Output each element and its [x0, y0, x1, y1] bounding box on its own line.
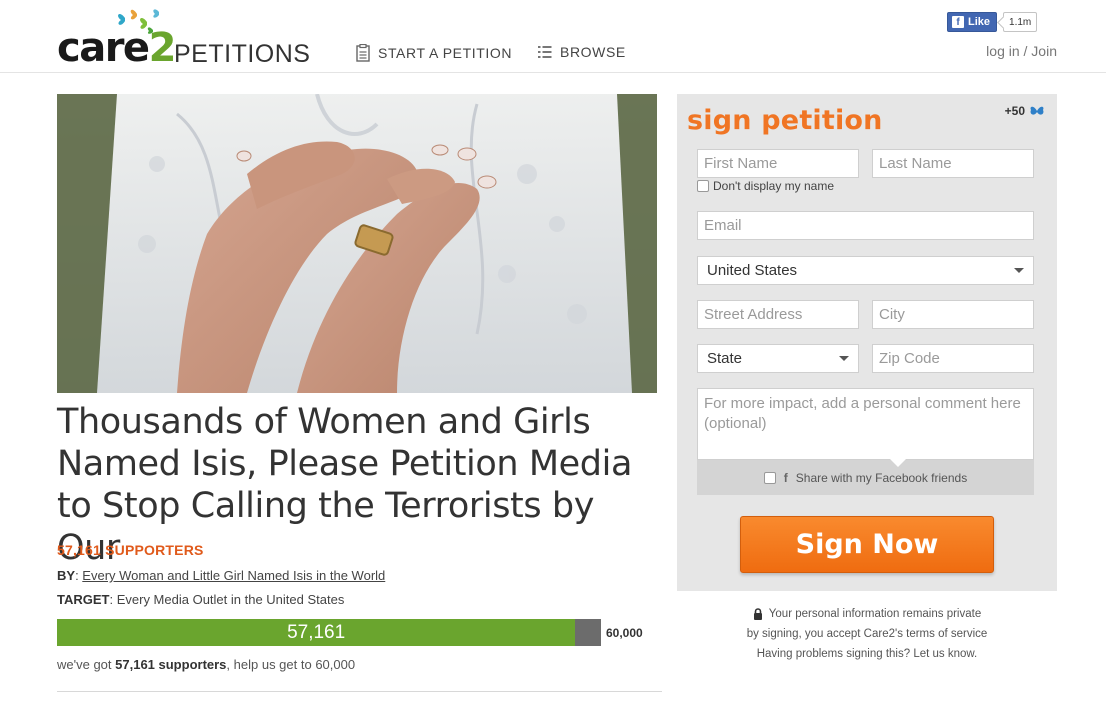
document-icon	[356, 44, 370, 62]
facebook-like-widget: f Like 1.1m	[947, 12, 1038, 32]
facebook-share-checkbox[interactable]	[763, 471, 776, 484]
logo-product-name: PETITIONS	[174, 40, 311, 68]
last-name-input[interactable]	[872, 149, 1034, 178]
chevron-down-icon	[1014, 268, 1024, 273]
street-address-input[interactable]	[697, 300, 859, 329]
facebook-like-button[interactable]: f Like	[947, 12, 998, 32]
login-join-link[interactable]: log in / Join	[986, 43, 1057, 59]
facebook-icon: f	[783, 470, 788, 485]
supporters-count: 57,161 SUPPORTERS	[57, 542, 204, 558]
butterfly-points: +50	[1005, 104, 1045, 118]
facebook-like-label: Like	[968, 16, 991, 28]
petition-target: TARGET: Every Media Outlet in the United…	[57, 592, 345, 607]
privacy-line-1: Your personal information remains privat…	[768, 608, 982, 620]
supporters-progress-bar: 57,161	[57, 619, 601, 646]
first-name-input[interactable]	[697, 149, 859, 178]
sign-petition-title: sign petition	[687, 105, 883, 136]
facebook-like-count: 1.1m	[1003, 12, 1038, 32]
progress-current-value: 57,161	[287, 621, 346, 643]
personal-comment-textarea[interactable]	[697, 388, 1034, 460]
country-select[interactable]: United States	[697, 256, 1034, 285]
logo-wordmark: care2	[57, 25, 176, 71]
list-icon	[538, 46, 552, 58]
terms-of-service-text[interactable]: by signing, you accept Care2's terms of …	[677, 624, 1057, 644]
target-value: Every Media Outlet in the United States	[116, 592, 345, 607]
nav-browse[interactable]: BROWSE	[538, 44, 626, 60]
goal-summary: we've got 57,161 supporters, help us get…	[57, 657, 356, 672]
by-label: BY	[57, 568, 76, 583]
facebook-share-label: Share with my Facebook friends	[795, 470, 968, 485]
care2-logo[interactable]: care2 PETITIONS	[57, 6, 327, 68]
facebook-icon: f	[952, 16, 964, 28]
sign-petition-panel: sign petition +50 Don't display my name …	[677, 94, 1057, 591]
zip-code-input[interactable]	[872, 344, 1034, 373]
hide-name-option[interactable]: Don't display my name	[697, 179, 834, 193]
city-input[interactable]	[872, 300, 1034, 329]
hide-name-label: Don't display my name	[713, 179, 835, 193]
lock-icon	[753, 608, 762, 620]
nav-start-petition-label: START A PETITION	[378, 45, 513, 61]
hide-name-checkbox[interactable]	[697, 180, 709, 192]
progress-fill: 57,161	[57, 619, 576, 646]
help-text[interactable]: Having problems signing this? Let us kno…	[677, 644, 1057, 664]
target-label: TARGET	[57, 592, 110, 607]
state-select[interactable]: State	[697, 344, 859, 373]
country-value: United States	[707, 262, 798, 279]
sign-now-button[interactable]: Sign Now	[740, 516, 994, 573]
author-link[interactable]: Every Woman and Little Girl Named Isis i…	[82, 568, 385, 583]
butterfly-icon	[1030, 106, 1044, 115]
site-header: care2 PETITIONS START A PETITION BROWSE …	[0, 0, 1106, 73]
facebook-share-option[interactable]: f Share with my Facebook friends	[697, 459, 1034, 495]
nav-start-petition[interactable]: START A PETITION	[356, 44, 512, 62]
petition-hero-image	[57, 94, 657, 393]
petition-author: BY: Every Woman and Little Girl Named Is…	[57, 568, 386, 583]
points-value: +50	[1004, 104, 1025, 118]
progress-goal-value: 60,000	[606, 626, 643, 640]
divider	[57, 691, 662, 692]
privacy-notice: Your personal information remains privat…	[677, 604, 1057, 664]
state-value: State	[707, 350, 743, 367]
chevron-down-icon	[839, 356, 849, 361]
email-input[interactable]	[697, 211, 1034, 240]
nav-browse-label: BROWSE	[560, 44, 626, 60]
comment-notch	[890, 459, 906, 467]
